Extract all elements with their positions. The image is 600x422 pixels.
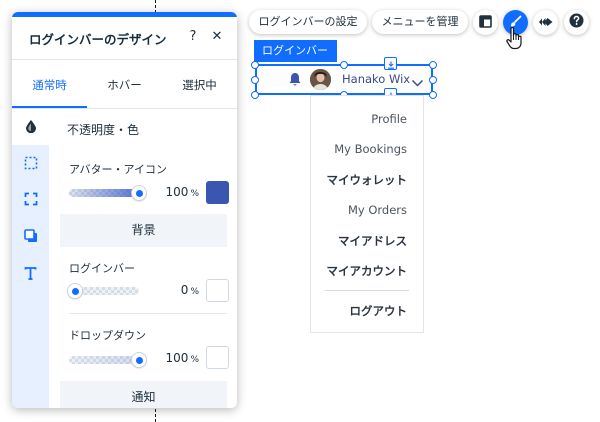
rail-item-shadow[interactable] bbox=[12, 219, 49, 255]
dropdown-color-swatch[interactable] bbox=[206, 346, 229, 369]
side-rail bbox=[12, 109, 49, 408]
hand-cursor-icon bbox=[505, 26, 525, 54]
download-arrow-icon bbox=[387, 54, 395, 73]
resize-handle-left[interactable] bbox=[251, 76, 259, 84]
corners-icon bbox=[24, 191, 38, 210]
drop-icon bbox=[25, 118, 37, 137]
manage-menu-button[interactable]: メニューを管理 bbox=[372, 10, 468, 34]
close-button[interactable]: ✕ bbox=[208, 27, 226, 47]
resize-handle-right[interactable] bbox=[429, 76, 437, 84]
state-tabs: 通常時 ホバー 選択中 bbox=[12, 60, 237, 109]
panel-content: 不透明度・色 アバター・アイコン 100% 背景 ログインバー 0% ドロップダ… bbox=[49, 109, 237, 408]
slider-knob[interactable] bbox=[132, 186, 146, 200]
slider-knob[interactable] bbox=[132, 353, 146, 367]
animation-icon bbox=[537, 13, 554, 32]
avatar-color-swatch[interactable] bbox=[206, 181, 229, 204]
help-circle-button[interactable] bbox=[564, 10, 589, 35]
background-group-header[interactable]: 背景 bbox=[60, 214, 227, 247]
rail-item-border[interactable] bbox=[12, 146, 49, 182]
avatar-icon-label: アバター・アイコン bbox=[69, 163, 168, 176]
resize-handle-top-left[interactable] bbox=[251, 61, 259, 69]
section-title: 不透明度・色 bbox=[67, 123, 140, 137]
login-bar-settings-button[interactable]: ログインバーの設定 bbox=[249, 10, 367, 34]
tab-selected[interactable]: 選択中 bbox=[162, 60, 237, 108]
menu-item-my-addresses[interactable]: マイアドレス bbox=[338, 233, 407, 249]
dropdown-opacity-value[interactable]: 100% bbox=[147, 351, 199, 365]
shadow-icon bbox=[23, 228, 38, 247]
dashed-square-icon bbox=[24, 155, 38, 174]
help-button[interactable]: ? bbox=[184, 27, 202, 47]
dropdown-label: ドロップダウン bbox=[69, 329, 146, 342]
avatar-opacity-slider[interactable] bbox=[69, 186, 146, 200]
design-panel: ログインバーのデザイン ? ✕ 通常時 ホバー 選択中 不透明度・色 アバター・… bbox=[12, 12, 237, 408]
login-bar-label: ログインバー bbox=[69, 262, 135, 275]
animation-button[interactable] bbox=[533, 10, 558, 35]
rail-item-text[interactable] bbox=[12, 256, 49, 292]
panel-title: ログインバーのデザイン bbox=[29, 32, 167, 47]
selected-element-tag: ログインバー bbox=[254, 40, 337, 62]
menu-item-logout[interactable]: ログアウト bbox=[350, 303, 408, 319]
login-bar-opacity-value[interactable]: 0% bbox=[147, 283, 199, 297]
rail-item-fill[interactable] bbox=[12, 109, 49, 145]
menu-item-profile[interactable]: Profile bbox=[371, 112, 407, 126]
slider-fill bbox=[69, 189, 139, 197]
user-name[interactable]: Hanako Wix bbox=[342, 72, 410, 86]
chevron-down-icon[interactable] bbox=[411, 73, 424, 92]
dropdown-opacity-slider[interactable] bbox=[69, 353, 146, 367]
login-bar-color-swatch[interactable] bbox=[206, 279, 229, 302]
notification-group-header[interactable]: 通知 bbox=[60, 381, 227, 408]
menu-divider bbox=[325, 290, 409, 291]
menu-item-my-wallet[interactable]: マイウォレット bbox=[327, 172, 408, 188]
resize-handle-top[interactable] bbox=[340, 61, 348, 69]
stretch-anchor-top[interactable] bbox=[384, 57, 397, 70]
avatar-opacity-value[interactable]: 100% bbox=[147, 185, 199, 199]
slider-fill bbox=[69, 356, 139, 364]
resize-handle-top-right[interactable] bbox=[429, 61, 437, 69]
rail-item-corners[interactable] bbox=[12, 182, 49, 218]
panel-header: ログインバーのデザイン ? ✕ bbox=[12, 17, 237, 59]
resize-handle-bottom-right[interactable] bbox=[429, 91, 437, 99]
avatar[interactable] bbox=[310, 69, 331, 90]
layout-button[interactable] bbox=[473, 10, 498, 35]
resize-handle-bottom-left[interactable] bbox=[251, 91, 259, 99]
layout-icon bbox=[479, 13, 492, 32]
slider-knob[interactable] bbox=[68, 284, 82, 298]
help-icon bbox=[569, 13, 584, 32]
text-icon bbox=[24, 265, 37, 284]
menu-item-my-bookings[interactable]: My Bookings bbox=[334, 142, 407, 156]
bell-icon[interactable] bbox=[288, 72, 302, 91]
login-bar-opacity-slider[interactable] bbox=[68, 284, 139, 298]
account-dropdown-menu: Profile My Bookings マイウォレット My Orders マイ… bbox=[310, 95, 424, 333]
tab-hover[interactable]: ホバー bbox=[87, 60, 162, 108]
menu-item-my-orders[interactable]: My Orders bbox=[348, 203, 407, 217]
menu-item-my-account[interactable]: マイアカウント bbox=[327, 263, 408, 279]
section-divider bbox=[69, 313, 227, 314]
tab-regular[interactable]: 通常時 bbox=[12, 60, 87, 108]
